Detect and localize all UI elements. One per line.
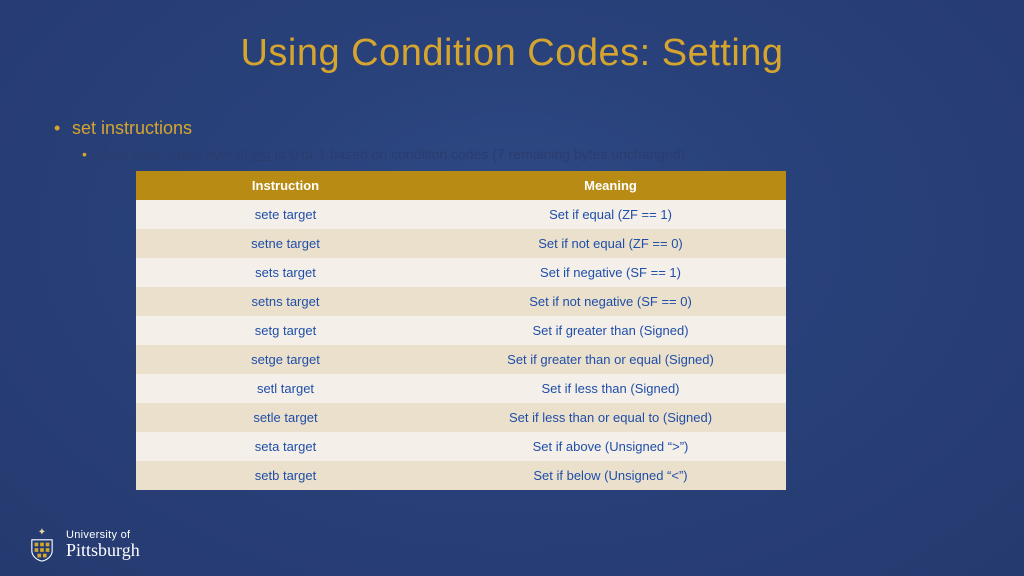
slide-title: Using Condition Codes: Setting (0, 0, 1024, 75)
footer-logo: ✦ University of Pittsburgh (28, 528, 140, 562)
table-cell: Set if above (Unsigned “>”) (435, 432, 786, 461)
table-cell: setle target (136, 403, 435, 432)
table-row: seta targetSet if above (Unsigned “>”) (136, 432, 786, 461)
table-cell: setne target (136, 229, 435, 258)
table-row: setb targetSet if below (Unsigned “<”) (136, 461, 786, 490)
table-row: setg targetSet if greater than (Signed) (136, 316, 786, 345)
lamp-icon: ✦ (38, 528, 46, 538)
table-row: sete targetSet if equal (ZF == 1) (136, 200, 786, 229)
table-cell: setge target (136, 345, 435, 374)
content-area: set instructions Sets lower order byte o… (54, 118, 970, 490)
table-cell: setg target (136, 316, 435, 345)
bullet2-post: to 0 or 1 based on condition codes (7 re… (270, 146, 685, 162)
table-cell: Set if greater than or equal (Signed) (435, 345, 786, 374)
table-cell: seta target (136, 432, 435, 461)
footer-text: University of Pittsburgh (66, 530, 140, 560)
table-cell: setl target (136, 374, 435, 403)
instruction-table: Instruction Meaning sete targetSet if eq… (136, 171, 786, 490)
table-cell: Set if not negative (SF == 0) (435, 287, 786, 316)
table-cell: sete target (136, 200, 435, 229)
table-cell: Set if equal (ZF == 1) (435, 200, 786, 229)
table-row: setns targetSet if not negative (SF == 0… (136, 287, 786, 316)
table-header-row: Instruction Meaning (136, 171, 786, 200)
table-cell: Set if below (Unsigned “<”) (435, 461, 786, 490)
pitt-shield-icon: ✦ (28, 528, 56, 562)
bullet-level-1: set instructions (54, 118, 970, 139)
table-row: setl targetSet if less than (Signed) (136, 374, 786, 403)
table-cell: Set if less than or equal to (Signed) (435, 403, 786, 432)
table-cell: Set if not equal (ZF == 0) (435, 229, 786, 258)
table-cell: setns target (136, 287, 435, 316)
table-cell: Set if negative (SF == 1) (435, 258, 786, 287)
col-header-instruction: Instruction (136, 171, 435, 200)
table-cell: sets target (136, 258, 435, 287)
col-header-meaning: Meaning (435, 171, 786, 200)
table-row: setle targetSet if less than or equal to… (136, 403, 786, 432)
table-row: setge targetSet if greater than or equal… (136, 345, 786, 374)
table-row: sets targetSet if negative (SF == 1) (136, 258, 786, 287)
bullet2-pre: Sets lower order byte of (100, 146, 252, 162)
bullet2-dst: dst (252, 146, 271, 162)
table-cell: Set if greater than (Signed) (435, 316, 786, 345)
instruction-table-wrap: Instruction Meaning sete targetSet if eq… (136, 171, 786, 490)
table-cell: Set if less than (Signed) (435, 374, 786, 403)
footer-line2: Pittsburgh (66, 541, 140, 560)
table-row: setne targetSet if not equal (ZF == 0) (136, 229, 786, 258)
table-cell: setb target (136, 461, 435, 490)
bullet-level-2: Sets lower order byte of dst to 0 or 1 b… (82, 145, 970, 163)
